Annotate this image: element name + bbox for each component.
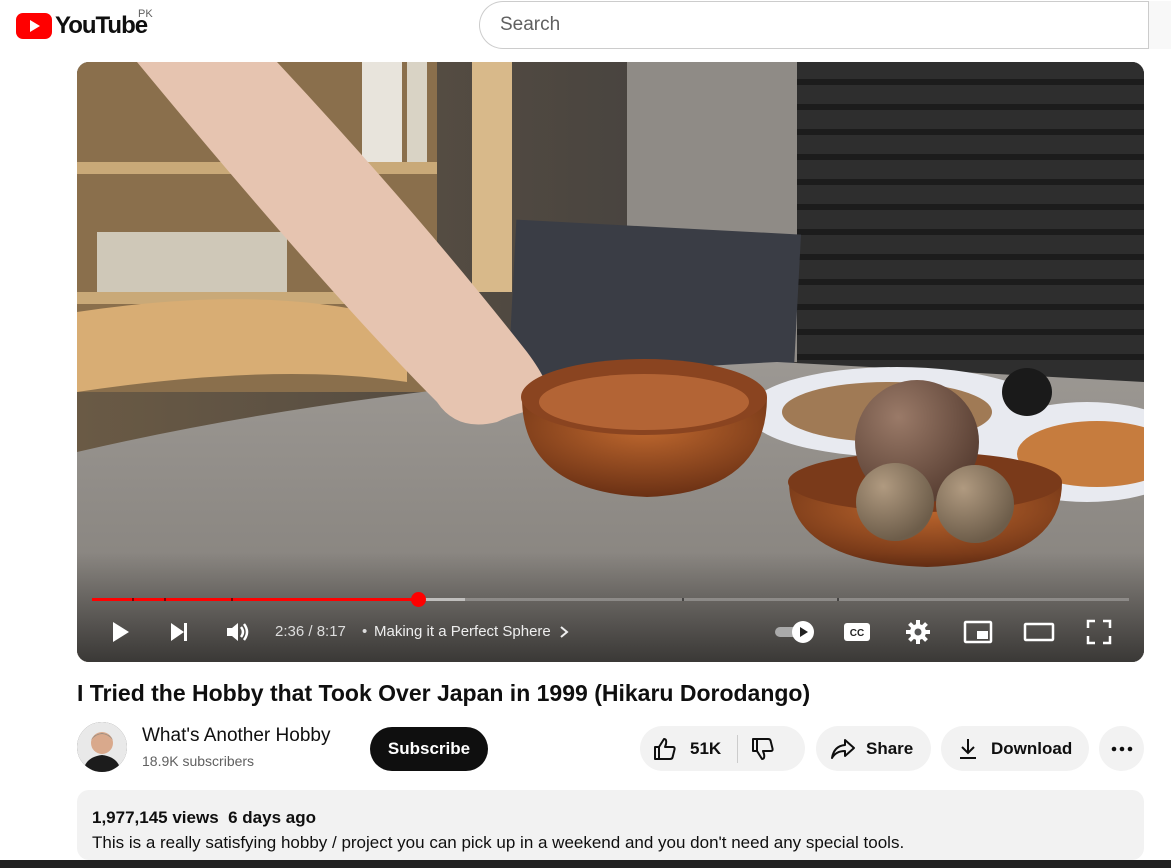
next-icon: [171, 623, 187, 641]
autoplay-toggle[interactable]: [772, 614, 818, 650]
miniplayer-button[interactable]: [960, 614, 996, 650]
autoplay-icon: [775, 621, 814, 643]
masthead: YouTube PK: [0, 0, 1171, 56]
description-box[interactable]: 1,977,145 views 6 days ago This is a rea…: [77, 790, 1144, 860]
mute-button[interactable]: [220, 614, 256, 650]
search-input[interactable]: [479, 1, 1159, 49]
chapter-marker: [837, 598, 839, 601]
svg-text:CC: CC: [850, 628, 864, 639]
download-label: Download: [991, 738, 1073, 758]
subscribe-button[interactable]: Subscribe: [370, 727, 488, 771]
subscriber-count: 18.9K subscribers: [142, 753, 255, 769]
fullscreen-icon: [1086, 619, 1112, 645]
theater-icon: [1023, 622, 1055, 642]
video-player[interactable]: 2:36 / 8:17 • Making it a Perfect Sphere…: [77, 62, 1144, 662]
like-button[interactable]: 51K: [640, 726, 721, 771]
youtube-play-icon: [16, 13, 52, 39]
view-count: 1,977,145 views: [92, 808, 219, 827]
chapter-marker: [231, 598, 233, 601]
like-count: 51K: [690, 738, 722, 758]
share-icon: [831, 738, 855, 759]
description-text: This is a really satisfying hobby / proj…: [92, 833, 905, 852]
gear-icon: [906, 620, 930, 644]
volume-icon: [227, 623, 249, 641]
chapter-marker: [132, 598, 134, 601]
channel-avatar[interactable]: [77, 722, 127, 772]
channel-name[interactable]: What's Another Hobby: [142, 725, 330, 747]
like-divider: [737, 734, 739, 763]
video-title: I Tried the Hobby that Took Over Japan i…: [77, 680, 811, 706]
progress-played: [92, 598, 418, 601]
chapter-marker: [164, 598, 166, 601]
separator-dot: •: [362, 623, 368, 640]
chapter-marker: [682, 598, 684, 601]
search-button[interactable]: [1148, 1, 1171, 49]
chevron-right-icon: [560, 625, 569, 638]
progress-bar[interactable]: [92, 592, 1129, 607]
thumbs-up-icon: [654, 737, 676, 760]
youtube-logo[interactable]: YouTube: [16, 12, 148, 40]
settings-button[interactable]: [900, 614, 936, 650]
country-code: PK: [138, 8, 153, 20]
like-dislike-group: 51K: [640, 726, 805, 771]
next-button[interactable]: [161, 614, 197, 650]
view-info: 1,977,145 views 6 days ago: [92, 808, 316, 828]
download-icon: [960, 738, 976, 759]
time-display: 2:36 / 8:17: [275, 623, 346, 640]
miniplayer-icon: [963, 620, 993, 644]
theater-mode-button[interactable]: [1021, 614, 1057, 650]
logo-text: YouTube: [55, 12, 148, 39]
chapter-title-button[interactable]: Making it a Perfect Sphere: [374, 623, 571, 640]
thumbs-down-icon: [752, 737, 774, 760]
share-label: Share: [866, 738, 914, 758]
more-horizontal-icon: [1111, 746, 1132, 751]
bottom-edge: [0, 860, 1171, 868]
download-button[interactable]: Download: [941, 726, 1089, 771]
chapter-title: Making it a Perfect Sphere: [374, 623, 551, 640]
play-button[interactable]: [102, 614, 138, 650]
upload-age: 6 days ago: [228, 808, 316, 827]
dislike-button[interactable]: [750, 736, 776, 762]
share-button[interactable]: Share: [816, 726, 931, 771]
play-icon: [113, 622, 129, 642]
more-actions-button[interactable]: [1099, 726, 1144, 771]
avatar-image: [77, 722, 127, 772]
closed-captions-icon: CC: [844, 623, 870, 641]
subtitles-button[interactable]: CC: [839, 614, 875, 650]
fullscreen-button[interactable]: [1081, 614, 1117, 650]
progress-scrubber[interactable]: [410, 592, 426, 607]
